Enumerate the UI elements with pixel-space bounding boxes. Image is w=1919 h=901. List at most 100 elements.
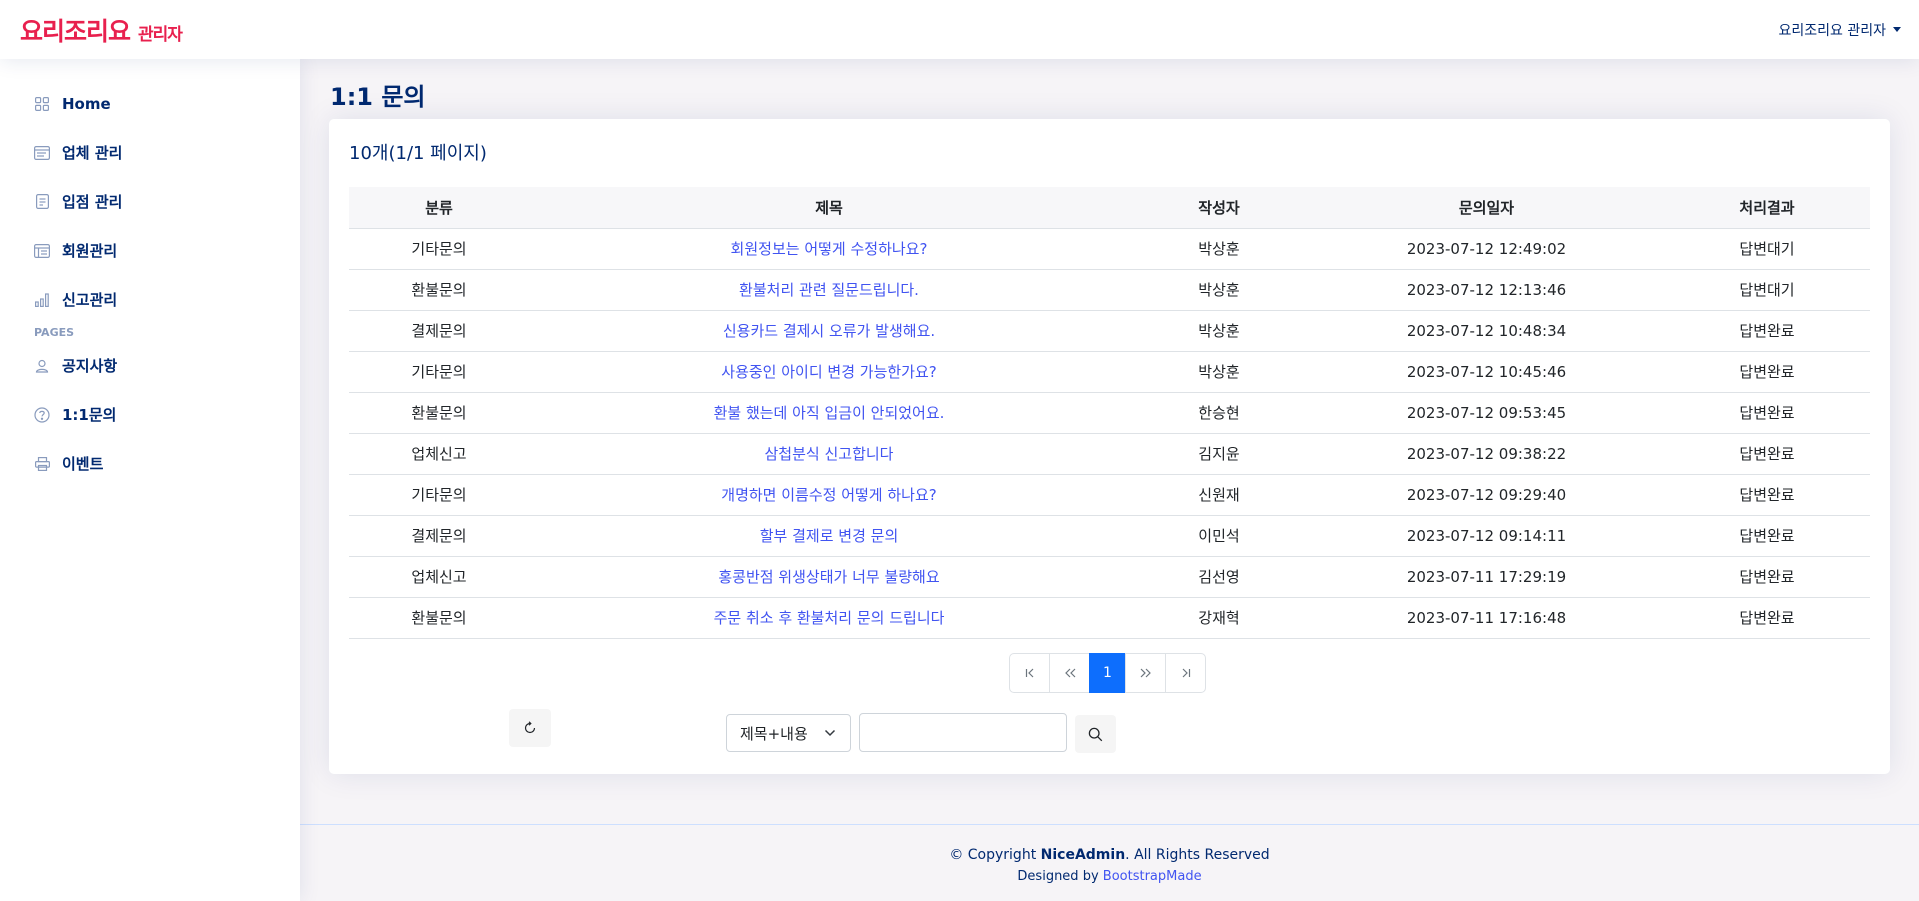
- last-page-button[interactable]: [1165, 653, 1206, 693]
- cell-result: 답변완료: [1664, 474, 1870, 516]
- inquiry-title-link[interactable]: 환불 했는데 아직 입금이 안되었어요.: [529, 392, 1129, 434]
- cell-date: 2023-07-11 17:16:48: [1309, 597, 1664, 639]
- caret-down-icon: [1893, 27, 1901, 32]
- layout-text-sidebar-icon: [34, 145, 50, 161]
- cell-date: 2023-07-12 09:29:40: [1309, 474, 1664, 516]
- search-type-select[interactable]: 제목+내용: [726, 714, 851, 752]
- table-row: 기타문의 사용중인 아이디 변경 가능한가요? 박상훈 2023-07-12 1…: [349, 351, 1870, 393]
- cell-category: 결제문의: [349, 515, 529, 557]
- sidebar-item-event[interactable]: 이벤트: [20, 443, 280, 484]
- sidebar-item-label: 업체 관리: [62, 144, 123, 162]
- cell-result: 답변대기: [1664, 228, 1870, 270]
- journal-text-icon: [34, 194, 50, 210]
- cell-date: 2023-07-12 09:14:11: [1309, 515, 1664, 557]
- result-count: 10개(1/1 페이지): [349, 143, 487, 164]
- designer-link[interactable]: BootstrapMade: [1103, 869, 1202, 884]
- chevron-down-icon: [824, 729, 836, 737]
- cell-category: 기타문의: [349, 351, 529, 393]
- logo[interactable]: 요리조리요 관리자: [20, 12, 183, 48]
- logo-sub-text: 관리자: [138, 24, 183, 45]
- table-header-row: 분류 제목 작성자 문의일자 처리결과: [349, 187, 1870, 229]
- inquiry-title-link[interactable]: 환불처리 관련 질문드립니다.: [529, 269, 1129, 311]
- chevron-double-right-icon: [1140, 668, 1151, 678]
- sidebar-heading-pages: PAGES: [34, 326, 75, 339]
- column-header-date: 문의일자: [1309, 187, 1664, 229]
- table-row: 기타문의 회원정보는 어떻게 수정하나요? 박상훈 2023-07-12 12:…: [349, 228, 1870, 270]
- copyright-suffix: . All Rights Reserved: [1125, 847, 1270, 863]
- inquiry-table: 분류 제목 작성자 문의일자 처리결과 기타문의 회원정보는 어떻게 수정하나요…: [349, 187, 1870, 639]
- cell-writer: 강재혁: [1129, 597, 1309, 639]
- sidebar-item-members[interactable]: 회원관리: [20, 230, 280, 271]
- cell-date: 2023-07-12 12:13:46: [1309, 269, 1664, 311]
- sidebar-item-label: 공지사항: [62, 357, 118, 375]
- sidebar-item-label: 1:1문의: [62, 406, 117, 424]
- sidebar-item-label: 이벤트: [62, 455, 104, 473]
- cell-writer: 박상훈: [1129, 269, 1309, 311]
- profile-name: 요리조리요 관리자: [1778, 22, 1887, 39]
- main-content: 1:1 문의 10개(1/1 페이지) 분류 제목 작성자 문의일자 처리결과 …: [300, 59, 1919, 901]
- inquiry-title-link[interactable]: 주문 취소 후 환불처리 문의 드립니다: [529, 597, 1129, 639]
- table-row: 환불문의 환불처리 관련 질문드립니다. 박상훈 2023-07-12 12:1…: [349, 269, 1870, 311]
- next-page-button[interactable]: [1125, 653, 1166, 693]
- table-row: 결제문의 신용카드 결제시 오류가 발생해요. 박상훈 2023-07-12 1…: [349, 310, 1870, 352]
- cell-date: 2023-07-12 09:53:45: [1309, 392, 1664, 434]
- cell-writer: 김선영: [1129, 556, 1309, 598]
- inquiry-title-link[interactable]: 삼첩분식 신고합니다: [529, 433, 1129, 475]
- sidebar-item-label: 회원관리: [62, 242, 118, 260]
- cell-writer: 한승현: [1129, 392, 1309, 434]
- cell-result: 답변완료: [1664, 310, 1870, 352]
- cell-date: 2023-07-12 10:48:34: [1309, 310, 1664, 352]
- search-type-value: 제목+내용: [740, 724, 808, 743]
- inquiry-title-link[interactable]: 홍콩반점 위생상태가 너무 불량해요: [529, 556, 1129, 598]
- cell-date: 2023-07-12 09:38:22: [1309, 433, 1664, 475]
- sidebar-item-home[interactable]: Home: [20, 83, 280, 124]
- cell-result: 답변완료: [1664, 351, 1870, 393]
- cell-result: 답변완료: [1664, 433, 1870, 475]
- sidebar-item-store[interactable]: 입점 관리: [20, 181, 280, 222]
- cell-writer: 이민석: [1129, 515, 1309, 557]
- inquiry-card: 10개(1/1 페이지) 분류 제목 작성자 문의일자 처리결과 기타문의 회원…: [329, 119, 1890, 774]
- profile-dropdown[interactable]: 요리조리요 관리자: [1778, 20, 1901, 40]
- sidebar-item-company[interactable]: 업체 관리: [20, 132, 280, 173]
- column-header-result: 처리결과: [1664, 187, 1870, 229]
- table-row: 업체신고 홍콩반점 위생상태가 너무 불량해요 김선영 2023-07-11 1…: [349, 556, 1870, 598]
- column-header-category: 분류: [349, 187, 529, 229]
- cell-category: 기타문의: [349, 474, 529, 516]
- page-button-current[interactable]: 1: [1089, 653, 1126, 693]
- designed-by-label: Designed by: [1017, 869, 1099, 884]
- first-page-button[interactable]: [1009, 653, 1050, 693]
- grid-icon: [34, 96, 50, 112]
- copyright-prefix: © Copyright: [949, 847, 1037, 863]
- inquiry-title-link[interactable]: 개명하면 이름수정 어떻게 하나요?: [529, 474, 1129, 516]
- search-button[interactable]: [1075, 715, 1116, 753]
- cell-category: 환불문의: [349, 392, 529, 434]
- credits: Designed by BootstrapMade: [300, 869, 1919, 884]
- sidebar-item-notice[interactable]: 공지사항: [20, 345, 280, 386]
- cell-category: 환불문의: [349, 597, 529, 639]
- inquiry-title-link[interactable]: 할부 결제로 변경 문의: [529, 515, 1129, 557]
- prev-page-button[interactable]: [1049, 653, 1090, 693]
- cell-date: 2023-07-11 17:29:19: [1309, 556, 1664, 598]
- search-input[interactable]: [859, 713, 1067, 752]
- chevron-double-left-icon: [1064, 668, 1075, 678]
- copyright: © Copyright NiceAdmin. All Rights Reserv…: [300, 847, 1919, 863]
- cell-date: 2023-07-12 12:49:02: [1309, 228, 1664, 270]
- page-title: 1:1 문의: [330, 83, 426, 111]
- inquiry-title-link[interactable]: 회원정보는 어떻게 수정하나요?: [529, 228, 1129, 270]
- bar-chart-icon: [34, 292, 50, 308]
- inquiry-title-link[interactable]: 신용카드 결제시 오류가 발생해요.: [529, 310, 1129, 352]
- sidebar-item-label: 입점 관리: [62, 193, 123, 211]
- cell-writer: 신원재: [1129, 474, 1309, 516]
- sidebar-item-inquiry[interactable]: 1:1문의: [20, 394, 280, 435]
- pagination: 1: [1009, 653, 1206, 693]
- inquiry-title-link[interactable]: 사용중인 아이디 변경 가능한가요?: [529, 351, 1129, 393]
- sidebar-item-label: Home: [62, 94, 111, 113]
- layout-text-window-icon: [34, 243, 50, 259]
- brand-name: NiceAdmin: [1040, 847, 1126, 863]
- sidebar-item-reports[interactable]: 신고관리: [20, 279, 280, 320]
- cell-category: 업체신고: [349, 556, 529, 598]
- reset-button[interactable]: [509, 709, 551, 747]
- cell-category: 환불문의: [349, 269, 529, 311]
- question-circle-icon: [34, 406, 50, 423]
- table-row: 기타문의 개명하면 이름수정 어떻게 하나요? 신원재 2023-07-12 0…: [349, 474, 1870, 516]
